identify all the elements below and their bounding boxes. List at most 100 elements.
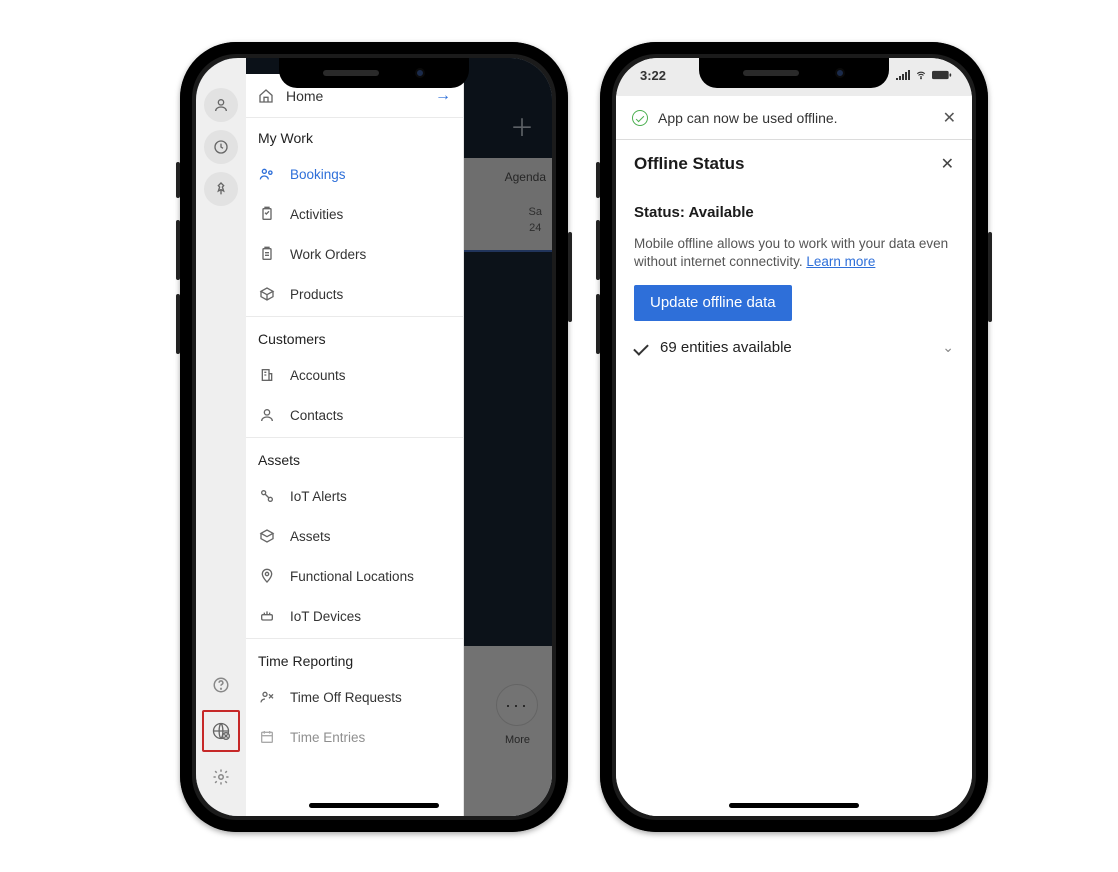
nav-divider — [246, 437, 463, 438]
entities-label: 69 entities available — [660, 339, 792, 356]
nav-item-label: Time Off Requests — [290, 690, 402, 705]
arrow-right-icon: → — [435, 87, 451, 105]
nav-divider — [246, 316, 463, 317]
nav-item-products[interactable]: Products — [246, 274, 463, 314]
panel-header: Offline Status ✕ — [634, 154, 954, 174]
phone-side-button — [596, 294, 600, 354]
camera — [415, 68, 425, 78]
nav-item-workorders[interactable]: Work Orders — [246, 234, 463, 274]
nav-panel: Home → My Work Bookings Activities — [246, 74, 464, 816]
nav-item-label: Bookings — [290, 167, 346, 182]
nav-item-label: Activities — [290, 207, 343, 222]
entities-row[interactable]: 69 entities available ⌄ — [634, 339, 954, 356]
nav-item-iotalerts[interactable]: IoT Alerts — [246, 476, 463, 516]
success-icon — [632, 110, 648, 126]
nav-item-assets[interactable]: Assets — [246, 516, 463, 556]
clipboard-icon — [258, 206, 276, 222]
phone-side-button — [988, 232, 992, 322]
panel-description: Mobile offline allows you to work with y… — [634, 235, 954, 271]
box-icon — [258, 528, 276, 544]
nav-item-label: Products — [290, 287, 343, 302]
screen-right: 3:22 App can now be used offline. ✕ Offl… — [616, 58, 972, 816]
person-icon — [213, 97, 229, 113]
nav-item-label: IoT Devices — [290, 609, 361, 624]
home-icon — [258, 88, 274, 104]
clock-icon — [213, 139, 229, 155]
phone-notch — [279, 58, 469, 88]
nav-item-label: Time Entries — [290, 730, 365, 745]
device-icon — [258, 608, 276, 624]
chevron-down-icon: ⌄ — [942, 339, 954, 356]
camera — [835, 68, 845, 78]
nav-item-accounts[interactable]: Accounts — [246, 355, 463, 395]
nav-item-label: Contacts — [290, 408, 343, 423]
nav-section-timereporting: Time Reporting — [246, 641, 463, 677]
nav-item-timeoff[interactable]: Time Off Requests — [246, 677, 463, 717]
battery-icon — [932, 70, 952, 80]
nav-item-label: Functional Locations — [290, 569, 414, 584]
nav-item-label: Work Orders — [290, 247, 366, 262]
clipboard-icon — [258, 246, 276, 262]
phone-side-button — [176, 220, 180, 280]
nav-item-label: Accounts — [290, 368, 346, 383]
phone-side-button — [596, 220, 600, 280]
phone-side-button — [596, 162, 600, 198]
phone-frame-left: ＋ Agenda Sa 24 ··· More — [180, 42, 568, 832]
status-time: 3:22 — [640, 68, 666, 83]
nav-home-label: Home — [286, 88, 323, 104]
rail-pin-button[interactable] — [204, 172, 238, 206]
status-indicators — [896, 70, 952, 80]
alert-icon — [258, 488, 276, 504]
toast-message: App can now be used offline. — [658, 110, 838, 126]
phone-side-button — [176, 162, 180, 198]
nav-rail — [196, 58, 246, 816]
nav-item-timeentries[interactable]: Time Entries — [246, 717, 463, 757]
wifi-icon — [914, 70, 928, 80]
building-icon — [258, 367, 276, 383]
speaker — [743, 70, 799, 76]
nav-section-assets: Assets — [246, 440, 463, 476]
rail-profile-button[interactable] — [204, 88, 238, 122]
offline-status-panel: Offline Status ✕ Status: Available Mobil… — [616, 140, 972, 816]
nav-section-customers: Customers — [246, 319, 463, 355]
globe-highlight — [202, 710, 240, 752]
check-icon — [633, 340, 649, 356]
signal-icon — [896, 70, 910, 80]
nav-item-locations[interactable]: Functional Locations — [246, 556, 463, 596]
nav-item-iotdevices[interactable]: IoT Devices — [246, 596, 463, 636]
rail-offline-button[interactable] — [204, 714, 238, 748]
nav-item-label: IoT Alerts — [290, 489, 347, 504]
help-icon — [212, 676, 230, 694]
box-icon — [258, 286, 276, 302]
gear-icon — [212, 768, 230, 786]
location-icon — [258, 568, 276, 584]
speaker — [323, 70, 379, 76]
toast-close-button[interactable]: ✕ — [943, 108, 956, 128]
phone-side-button — [176, 294, 180, 354]
home-indicator[interactable] — [729, 803, 859, 808]
panel-close-button[interactable]: ✕ — [941, 154, 954, 174]
nav-item-bookings[interactable]: Bookings — [246, 154, 463, 194]
rail-settings-button[interactable] — [204, 760, 238, 794]
home-indicator[interactable] — [309, 803, 439, 808]
offline-toast: App can now be used offline. ✕ — [616, 96, 972, 140]
nav-item-label: Assets — [290, 529, 331, 544]
pin-icon — [213, 181, 229, 197]
nav-section-mywork: My Work — [246, 118, 463, 154]
status-label: Status: Available — [634, 204, 954, 221]
nav-item-activities[interactable]: Activities — [246, 194, 463, 234]
update-offline-button[interactable]: Update offline data — [634, 285, 792, 321]
phone-frame-right: 3:22 App can now be used offline. ✕ Offl… — [600, 42, 988, 832]
people-icon — [258, 166, 276, 182]
phone-side-button — [568, 232, 572, 322]
rail-help-button[interactable] — [204, 668, 238, 702]
nav-item-contacts[interactable]: Contacts — [246, 395, 463, 435]
person-icon — [258, 407, 276, 423]
phone-notch — [699, 58, 889, 88]
screen-left: ＋ Agenda Sa 24 ··· More — [196, 58, 552, 816]
calendar-icon — [258, 729, 276, 745]
learn-more-link[interactable]: Learn more — [806, 254, 875, 269]
panel-title: Offline Status — [634, 154, 745, 174]
rail-recent-button[interactable] — [204, 130, 238, 164]
nav-divider — [246, 638, 463, 639]
